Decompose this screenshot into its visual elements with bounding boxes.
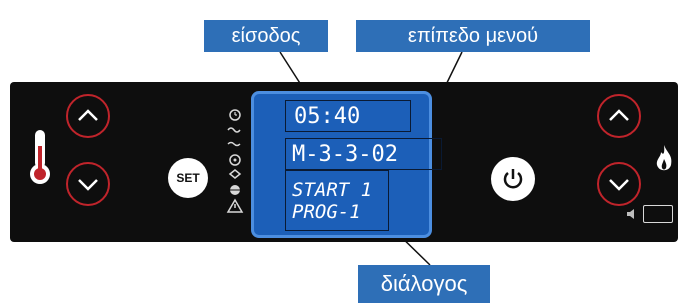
wave-icon <box>227 141 241 147</box>
clock-icon <box>229 109 241 121</box>
arrow-up-icon <box>609 109 629 121</box>
left-up-button[interactable] <box>66 94 110 138</box>
right-down-button[interactable] <box>597 162 641 206</box>
display-menu-level: M-3-3-02 <box>285 138 442 170</box>
globe-icon <box>230 185 240 195</box>
fan-icon <box>229 154 241 166</box>
left-down-button[interactable] <box>66 162 110 206</box>
arrow-down-icon <box>609 179 629 191</box>
speaker-icon <box>627 209 634 219</box>
callout-entry: είσοδος <box>204 20 328 52</box>
display-time: 05:40 <box>285 100 411 132</box>
set-button[interactable]: SET <box>168 158 208 198</box>
flame-icon <box>656 145 672 171</box>
callout-menu-level: επίπεδο μενού <box>356 20 590 52</box>
arrow-down-icon <box>78 179 98 191</box>
status-indicator-icons <box>226 109 244 213</box>
warning-icon <box>226 198 244 213</box>
display-time-text: 05:40 <box>294 103 361 129</box>
display-dialog-line1: START 1 <box>292 178 373 201</box>
heating-icon <box>227 127 241 133</box>
display-dialog: START 1 PROG-1 <box>285 170 389 231</box>
right-up-button[interactable] <box>597 94 641 138</box>
pump-icon <box>228 169 242 179</box>
callout-dialog: διάλογος <box>358 265 490 303</box>
signal-indicator-box <box>643 205 673 223</box>
power-icon <box>503 169 523 189</box>
thermometer-icon <box>30 130 50 184</box>
arrow-up-icon <box>78 109 98 121</box>
display-dialog-line2: PROG-1 <box>292 200 361 223</box>
display-menu-text: M-3-3-02 <box>292 141 398 167</box>
power-button[interactable] <box>491 157 535 201</box>
